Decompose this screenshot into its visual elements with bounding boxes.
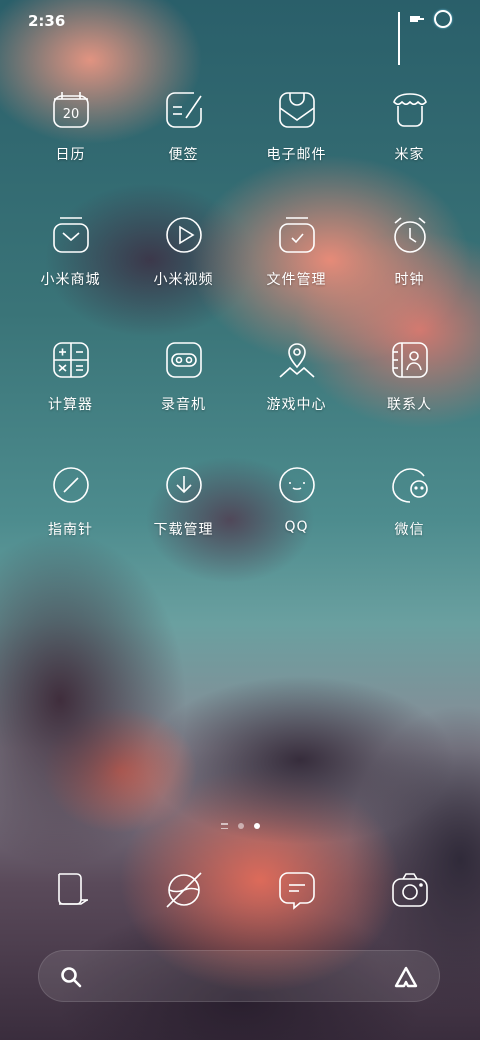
app-mi-shop[interactable]: 小米商城: [14, 215, 127, 289]
download-icon: [165, 467, 202, 503]
app-notes[interactable]: 便签: [127, 90, 240, 164]
app-game-center[interactable]: 游戏中心: [240, 340, 353, 414]
search-bar[interactable]: [38, 950, 440, 1002]
app-label: 微信: [394, 522, 425, 538]
email-icon: [278, 92, 315, 128]
battery-ring-icon: [434, 10, 452, 28]
calculator-icon: [52, 342, 89, 378]
wechat-icon: [391, 468, 428, 503]
alarm-clock-icon: [393, 217, 426, 253]
search-icon[interactable]: [59, 965, 83, 989]
svg-text:20: 20: [62, 107, 79, 122]
status-icons: [398, 10, 452, 65]
app-label: QQ: [284, 519, 309, 535]
app-download-manager[interactable]: 下载管理: [127, 465, 240, 539]
dock-camera[interactable]: [353, 870, 466, 910]
browser-icon: [165, 872, 202, 908]
app-email[interactable]: 电子邮件: [240, 90, 353, 164]
assistant-icon[interactable]: [393, 965, 419, 989]
dock-messages[interactable]: [240, 870, 353, 910]
messages-icon: [278, 872, 315, 910]
signal-icon: [398, 12, 400, 65]
app-contacts[interactable]: 联系人: [353, 340, 466, 414]
network-speed-icon: [410, 16, 424, 22]
video-play-icon: [165, 217, 202, 253]
app-label: 日历: [55, 147, 86, 163]
app-calculator[interactable]: 计算器: [14, 340, 127, 414]
app-label: 游戏中心: [266, 397, 327, 413]
app-mijia[interactable]: 米家: [353, 90, 466, 164]
shop-bag-icon: [52, 217, 89, 253]
app-calendar[interactable]: 20 日历: [14, 90, 127, 164]
page-dot: [237, 823, 244, 829]
app-grid: 20 日历 便签 电子邮件 米家 小米商城 小米视频 文件管理 时钟 计算器 录…: [14, 90, 466, 539]
status-time: 2:36: [28, 12, 66, 30]
app-label: 下载管理: [153, 522, 214, 538]
compass-icon: [52, 467, 89, 503]
mijia-icon: [392, 93, 427, 127]
app-label: 时钟: [394, 272, 425, 288]
app-label: 小米商城: [40, 272, 101, 288]
app-label: 计算器: [48, 397, 93, 413]
qq-icon: [278, 467, 315, 503]
app-label: 指南针: [48, 522, 93, 538]
phone-icon: [57, 873, 88, 905]
app-clock[interactable]: 时钟: [353, 215, 466, 289]
app-label: 联系人: [387, 397, 432, 413]
notes-icon: [165, 92, 202, 128]
file-manager-icon: [278, 217, 315, 253]
dock-browser[interactable]: [127, 870, 240, 910]
feed-page-icon: [220, 823, 228, 829]
app-label: 文件管理: [266, 272, 327, 288]
dock: [14, 870, 466, 910]
page-indicator[interactable]: [0, 823, 480, 829]
dock-phone[interactable]: [14, 870, 127, 910]
recorder-icon: [165, 342, 202, 378]
game-center-icon: [278, 343, 315, 378]
app-label: 小米视频: [153, 272, 214, 288]
calendar-icon: 20: [52, 92, 89, 128]
status-bar: 2:36: [0, 0, 480, 65]
app-mi-video[interactable]: 小米视频: [127, 215, 240, 289]
app-file-manager[interactable]: 文件管理: [240, 215, 353, 289]
app-label: 米家: [394, 147, 425, 163]
app-recorder[interactable]: 录音机: [127, 340, 240, 414]
app-label: 录音机: [161, 397, 206, 413]
app-label: 便签: [168, 147, 199, 163]
app-qq[interactable]: QQ: [240, 465, 353, 539]
page-dot-active: [253, 823, 260, 829]
app-label: 电子邮件: [266, 147, 327, 163]
camera-icon: [391, 873, 428, 907]
contacts-icon: [391, 342, 428, 378]
app-compass[interactable]: 指南针: [14, 465, 127, 539]
app-wechat[interactable]: 微信: [353, 465, 466, 539]
